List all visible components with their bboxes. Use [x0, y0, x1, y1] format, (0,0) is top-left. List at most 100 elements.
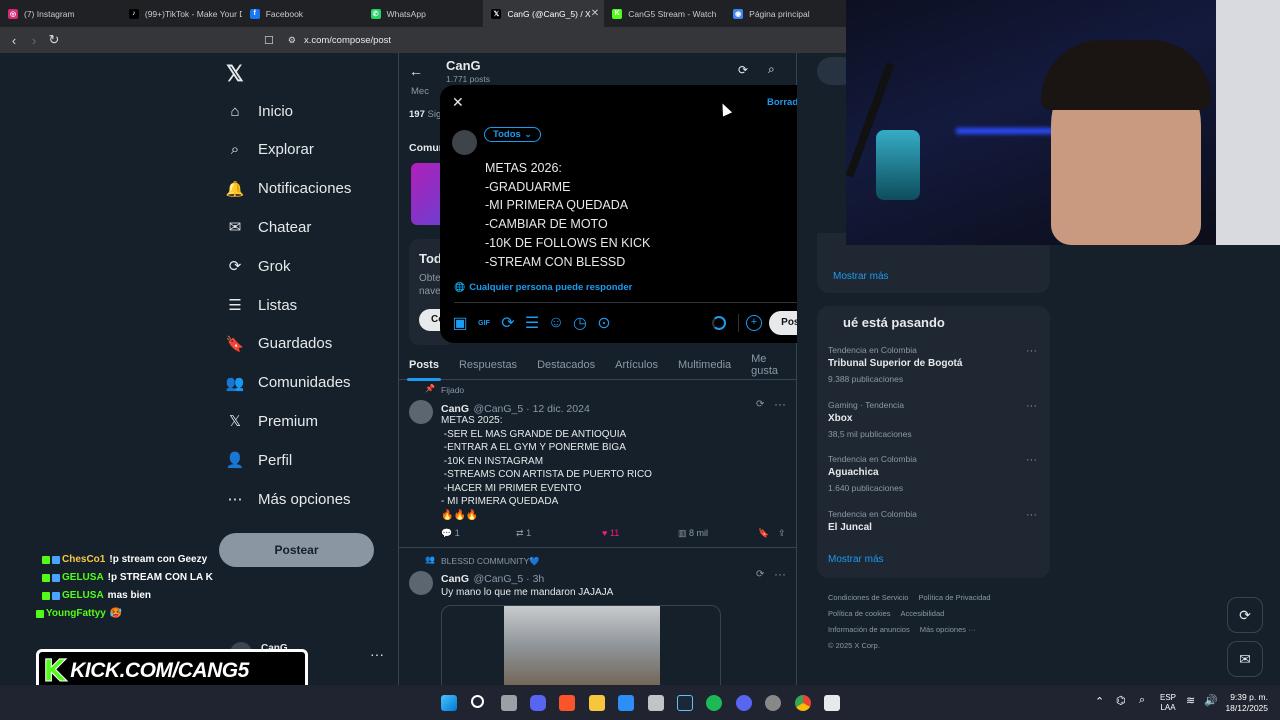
post-author-name[interactable]: CanG: [441, 573, 469, 585]
obs-icon[interactable]: [824, 695, 840, 711]
views-button[interactable]: ▥ 8 mil: [678, 528, 758, 539]
close-tab-icon[interactable]: ✕: [591, 8, 599, 19]
browser-tab[interactable]: ◎ (7) Instagram: [0, 0, 121, 27]
store-icon[interactable]: [618, 695, 634, 711]
network-icon[interactable]: ⌬: [1116, 694, 1126, 707]
sidebar-item-guardados[interactable]: 🔖 Guardados: [226, 330, 333, 358]
app-icon[interactable]: [648, 695, 664, 711]
share-icon[interactable]: ⇪: [778, 528, 786, 539]
community-label[interactable]: BLESSD COMMUNITY💙: [441, 556, 540, 567]
sidebar-item-perfil[interactable]: 👤 Perfil: [226, 446, 293, 474]
sidebar-item-premium[interactable]: 𝕏 Premium: [226, 407, 318, 435]
discord-ptb-icon[interactable]: [736, 695, 752, 711]
show-more-link[interactable]: Mostrar más: [833, 271, 889, 282]
windows-start-icon[interactable]: [441, 695, 457, 711]
post-button[interactable]: Postear: [219, 533, 374, 567]
browser-tab[interactable]: 𝕏 CanG (@CanG_5) / X ✕: [483, 0, 605, 27]
forward-icon[interactable]: ›: [24, 33, 44, 48]
trend-item[interactable]: Gaming · Tendencia Xbox 38,5 mil publicaci…: [828, 400, 1038, 439]
sidebar-item-explorar[interactable]: ⌕ Explorar: [226, 136, 314, 164]
browser-tab[interactable]: ◉ Página principal: [725, 0, 846, 27]
profile-tab[interactable]: Me gusta: [741, 350, 796, 380]
audience-selector[interactable]: Todos ⌄: [484, 127, 541, 142]
avatar[interactable]: [409, 571, 433, 595]
poll-icon[interactable]: ☰: [525, 315, 539, 332]
sidebar-item-chatear[interactable]: ✉ Chatear: [226, 213, 312, 241]
gif-icon[interactable]: GIF: [477, 316, 491, 330]
pinned-post[interactable]: 📌 Fijado CanG @CanG_5 · 12 dic. 2024 ⟳ ·…: [399, 381, 796, 548]
footer-link[interactable]: Información de anuncios: [828, 625, 910, 634]
sidebar-item-comunidades[interactable]: 👥 Comunidades: [226, 369, 351, 397]
browser-tab[interactable]: f Facebook: [242, 0, 363, 27]
tray-chevron-icon[interactable]: ⌃: [1095, 695, 1104, 708]
community-post[interactable]: 👥 BLESSD COMMUNITY💙 CanG @CanG_5 · 3h ⟳ …: [399, 549, 796, 685]
back-icon[interactable]: ‹: [4, 33, 24, 48]
profile-tab[interactable]: Destacados: [527, 350, 605, 380]
messages-floating-button[interactable]: ✉: [1227, 641, 1263, 677]
sidebar-item-grok[interactable]: ⟳ Grok: [226, 252, 291, 280]
grok-icon[interactable]: ⟳: [738, 63, 748, 77]
footer-link[interactable]: Más opciones ···: [920, 625, 976, 634]
reply-settings-button[interactable]: 🌐 Cualquier persona puede responder: [454, 282, 632, 293]
profile-tab[interactable]: Posts: [399, 350, 449, 381]
add-post-icon[interactable]: +: [746, 315, 762, 331]
more-dots-icon[interactable]: ···: [1026, 400, 1037, 412]
location-icon[interactable]: ⊙: [597, 315, 611, 332]
microphone-icon[interactable]: ⌕: [1139, 694, 1145, 707]
emoji-icon[interactable]: ☺: [548, 314, 564, 331]
schedule-icon[interactable]: ◷: [573, 315, 587, 332]
profile-tab[interactable]: Artículos: [605, 350, 668, 380]
brave-icon[interactable]: [559, 695, 575, 711]
app-icon[interactable]: [765, 695, 781, 711]
avatar[interactable]: [409, 400, 433, 424]
trend-item[interactable]: Tendencia en Colombia Tribunal Superior d…: [828, 345, 1038, 384]
post-media-frame[interactable]: [441, 605, 721, 685]
site-settings-icon[interactable]: ⚙: [288, 35, 296, 46]
like-button[interactable]: ♥ 11: [602, 528, 678, 539]
footer-link[interactable]: Política de Privacidad: [918, 593, 990, 602]
grok-floating-button[interactable]: ⟳: [1227, 597, 1263, 633]
more-dots-icon[interactable]: ···: [774, 567, 786, 581]
bookmark-star-icon[interactable]: ☐: [264, 34, 274, 47]
browser-tab[interactable]: ✆ WhatsApp: [363, 0, 484, 27]
repost-button[interactable]: ⇄ 1: [516, 528, 602, 539]
reload-icon[interactable]: ↻: [44, 32, 64, 48]
more-dots-icon[interactable]: ···: [1026, 454, 1037, 466]
post-image[interactable]: [504, 606, 660, 685]
more-dots-icon[interactable]: ···: [1026, 509, 1037, 521]
browser-tab[interactable]: K CanG5 Stream - Watch: [604, 0, 725, 27]
file-explorer-icon[interactable]: [589, 695, 605, 711]
steam-icon[interactable]: [677, 695, 693, 711]
language-indicator[interactable]: ESP LAA: [1160, 693, 1176, 713]
url-field[interactable]: ⚙ x.com/compose/post: [288, 35, 391, 46]
sidebar-item-listas[interactable]: ☰ Listas: [226, 291, 297, 319]
browser-tab[interactable]: ♪ (99+)TikTok - Make Your D: [121, 0, 242, 27]
reply-button[interactable]: 💬 1: [441, 528, 516, 539]
show-more-link[interactable]: Mostrar más: [828, 554, 884, 565]
grok-icon[interactable]: ⟳: [756, 569, 764, 580]
profile-tab[interactable]: Multimedia: [668, 350, 741, 380]
media-icon[interactable]: ▣: [452, 315, 467, 332]
wifi-icon[interactable]: ≋: [1186, 694, 1195, 707]
profile-tab[interactable]: Respuestas: [449, 350, 527, 380]
footer-link[interactable]: Política de cookies: [828, 609, 891, 618]
search-icon[interactable]: ⌕: [768, 62, 775, 77]
trend-item[interactable]: Tendencia en Colombia Aguachica 1.640 publ…: [828, 454, 1038, 493]
sidebar-item-notificaciones[interactable]: 🔔 Notificaciones: [226, 175, 352, 203]
x-logo-icon[interactable]: 𝕏: [226, 61, 244, 87]
footer-link[interactable]: Condiciones de Servicio: [828, 593, 908, 602]
trend-item[interactable]: Tendencia en Colombia El Juncal ···: [828, 509, 1038, 538]
volume-icon[interactable]: 🔊: [1204, 694, 1218, 707]
footer-link[interactable]: Accesibilidad: [901, 609, 945, 618]
search-icon[interactable]: [471, 695, 484, 708]
compose-textarea[interactable]: METAS 2026: -GRADUARME -MI PRIMERA QUEDA…: [485, 159, 650, 271]
grok-icon[interactable]: ⟳: [501, 315, 515, 332]
clock[interactable]: 9:39 p. m. 18/12/2025: [1222, 692, 1268, 714]
more-dots-icon[interactable]: ···: [370, 646, 384, 662]
task-view-icon[interactable]: [501, 695, 517, 711]
discord-icon[interactable]: [530, 695, 546, 711]
chrome-icon[interactable]: [795, 695, 811, 711]
following-count[interactable]: 197 Sig: [409, 109, 441, 120]
back-arrow-icon[interactable]: ←: [409, 63, 423, 79]
sidebar-item-mas-opciones[interactable]: ⋯ Más opciones: [226, 485, 351, 513]
